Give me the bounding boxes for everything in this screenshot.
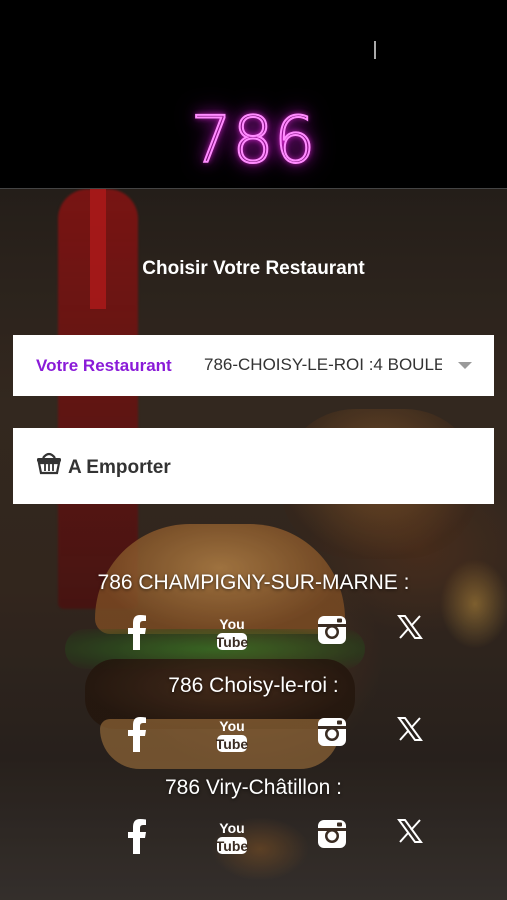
svg-text:You: You <box>219 718 244 734</box>
facebook-icon[interactable] <box>124 614 150 654</box>
restaurant-select-label: Votre Restaurant <box>36 356 172 375</box>
restaurant-select-value[interactable]: 786-CHOISY-LE-ROI :4 BOULEVARD <box>204 355 442 375</box>
takeaway-label: A Emporter <box>68 457 171 478</box>
x-icon[interactable] <box>397 716 423 756</box>
youtube-icon[interactable]: You Tube <box>216 716 248 756</box>
svg-text:Tube: Tube <box>216 634 248 650</box>
youtube-icon[interactable]: You Tube <box>216 818 248 858</box>
svg-text:You: You <box>219 616 244 632</box>
basket-icon <box>35 448 63 476</box>
x-icon[interactable] <box>397 818 423 858</box>
svg-text:Tube: Tube <box>216 736 248 752</box>
svg-text:You: You <box>219 820 244 836</box>
social-links-viry: You Tube <box>0 818 507 858</box>
x-icon[interactable] <box>397 614 423 654</box>
chevron-down-icon[interactable] <box>458 362 472 369</box>
store-name-viry: 786 Viry-Châtillon : <box>164 776 343 799</box>
instagram-icon[interactable] <box>316 614 348 654</box>
social-links-choisy: You Tube <box>0 716 507 756</box>
instagram-icon[interactable] <box>316 716 348 756</box>
social-links-champigny: You Tube <box>0 614 507 654</box>
instagram-icon[interactable] <box>316 818 348 858</box>
facebook-icon[interactable] <box>124 716 150 756</box>
facebook-icon[interactable] <box>124 818 150 858</box>
page-title: Choisir Votre Restaurant <box>142 258 365 279</box>
store-name-choisy: 786 Choisy-le-roi : <box>168 674 339 697</box>
restaurant-select[interactable]: Votre Restaurant 786-CHOISY-LE-ROI :4 BO… <box>13 335 494 396</box>
app-header: 786 <box>0 0 507 189</box>
status-indicator <box>374 41 376 59</box>
youtube-icon[interactable]: You Tube <box>216 614 248 654</box>
takeaway-button[interactable]: A Emporter <box>13 428 494 504</box>
svg-text:Tube: Tube <box>216 838 248 854</box>
brand-logo: 786 <box>190 103 317 179</box>
store-name-champigny: 786 CHAMPIGNY-SUR-MARNE : <box>97 571 410 594</box>
